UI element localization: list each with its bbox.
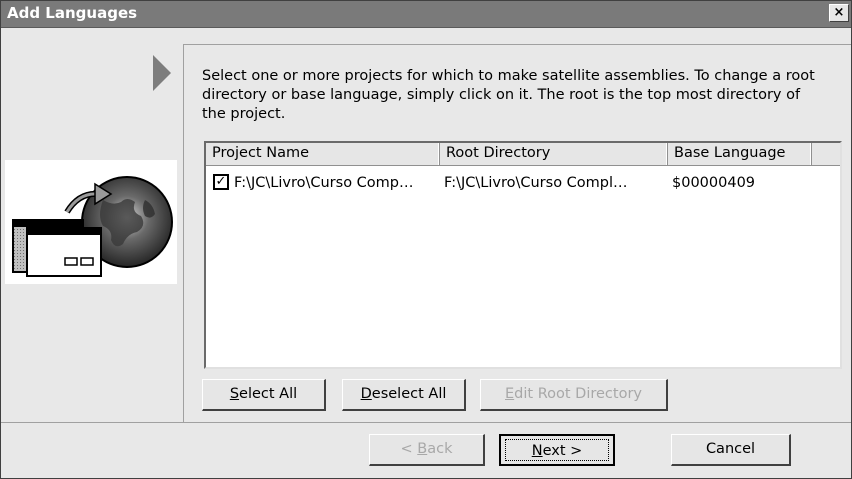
select-all-accel: S	[229, 386, 240, 402]
close-button[interactable]: ×	[829, 4, 849, 22]
add-languages-dialog: Add Languages × Select one or more proje…	[0, 0, 852, 479]
next-label: ext >	[542, 443, 583, 459]
select-all-label: elect All	[239, 386, 298, 402]
back-label: ack	[427, 441, 453, 457]
back-prefix: <	[400, 441, 418, 457]
column-project-name[interactable]: Project Name	[206, 143, 440, 165]
next-accel: N	[531, 443, 543, 459]
wizard-side-panel	[1, 28, 179, 423]
window-title: Add Languages	[7, 4, 138, 22]
title-bar: Add Languages ×	[1, 1, 851, 28]
column-base-language[interactable]: Base Language	[668, 143, 812, 165]
next-button[interactable]: Next >	[499, 434, 615, 466]
projects-list[interactable]: Project Name Root Directory Base Languag…	[204, 141, 842, 369]
back-button[interactable]: < Back	[369, 434, 485, 466]
arrow-right-icon	[153, 55, 171, 91]
project-name-cell[interactable]: F:\JC\Livro\Curso Comp…	[234, 173, 414, 193]
back-accel: B	[417, 441, 428, 457]
base-language-cell[interactable]: $00000409	[672, 173, 755, 193]
column-root-directory[interactable]: Root Directory	[440, 143, 668, 165]
edit-root-accel: E	[505, 386, 515, 402]
wizard-content: Select one or more projects for which to…	[183, 44, 851, 423]
next-focus-rect: Next >	[505, 439, 609, 461]
deselect-all-button[interactable]: Deselect All	[342, 379, 466, 411]
cancel-button[interactable]: Cancel	[671, 434, 791, 466]
edit-root-label: dit Root Directory	[514, 386, 642, 402]
list-item[interactable]: ✓ F:\JC\Livro\Curso Comp… F:\JC\Livro\Cu…	[206, 173, 840, 195]
edit-root-directory-button[interactable]: Edit Root Directory	[480, 379, 668, 411]
button-bar-separator	[1, 422, 851, 423]
globe-window-icon	[5, 160, 177, 284]
select-all-button[interactable]: Select All	[202, 379, 326, 411]
root-directory-cell[interactable]: F:\JC\Livro\Curso Compl…	[444, 173, 628, 193]
instruction-text: Select one or more projects for which to…	[202, 68, 815, 122]
deselect-all-label: eselect All	[371, 386, 447, 402]
list-header: Project Name Root Directory Base Languag…	[206, 143, 840, 166]
deselect-all-accel: D	[360, 386, 372, 402]
project-checkbox[interactable]: ✓	[213, 174, 229, 190]
